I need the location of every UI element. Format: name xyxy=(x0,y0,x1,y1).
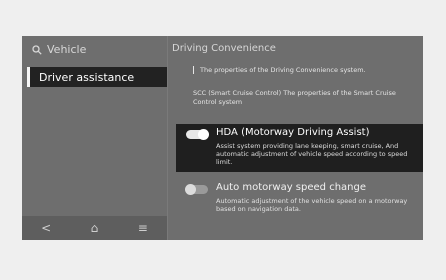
bottom-nav: < ⌂ ≡ xyxy=(22,216,167,240)
toggle-knob xyxy=(198,129,209,140)
infotainment-screen: Vehicle Driver assistance < ⌂ ≡ Driving … xyxy=(22,36,423,240)
content-panel: Driving Convenience The properties of th… xyxy=(168,36,423,240)
page-title: Driving Convenience xyxy=(172,43,276,54)
option-title: HDA (Motorway Driving Assist) xyxy=(216,127,370,138)
auto-speed-toggle[interactable] xyxy=(185,184,208,195)
sidebar: Vehicle Driver assistance < ⌂ ≡ xyxy=(22,36,168,240)
hda-toggle[interactable] xyxy=(186,129,209,140)
option-title: Auto motorway speed change xyxy=(216,182,366,193)
sidebar-item-label: Driver assistance xyxy=(39,70,135,84)
scc-description: SCC (Smart Cruise Control) The propertie… xyxy=(193,89,396,106)
option-hda[interactable]: HDA (Motorway Driving Assist) Assist sys… xyxy=(176,124,423,172)
search-icon xyxy=(32,44,42,55)
menu-icon: ≡ xyxy=(137,221,148,235)
option-auto-speed-change[interactable]: Auto motorway speed change Automatic adj… xyxy=(176,179,423,219)
toggle-knob xyxy=(185,184,196,195)
sidebar-search[interactable]: Vehicle xyxy=(32,43,86,56)
home-button[interactable]: ⌂ xyxy=(84,218,104,238)
search-label: Vehicle xyxy=(47,43,87,56)
back-icon: < xyxy=(41,221,52,235)
menu-button[interactable]: ≡ xyxy=(133,218,153,238)
option-description: Assist system providing lane keeping, sm… xyxy=(216,142,408,166)
section-description: The properties of the Driving Convenienc… xyxy=(193,66,420,74)
home-icon: ⌂ xyxy=(90,221,99,235)
back-button[interactable]: < xyxy=(36,218,56,238)
option-description: Automatic adjustment of the vehicle spee… xyxy=(216,197,408,213)
sidebar-item-driver-assistance[interactable]: Driver assistance xyxy=(27,67,167,87)
